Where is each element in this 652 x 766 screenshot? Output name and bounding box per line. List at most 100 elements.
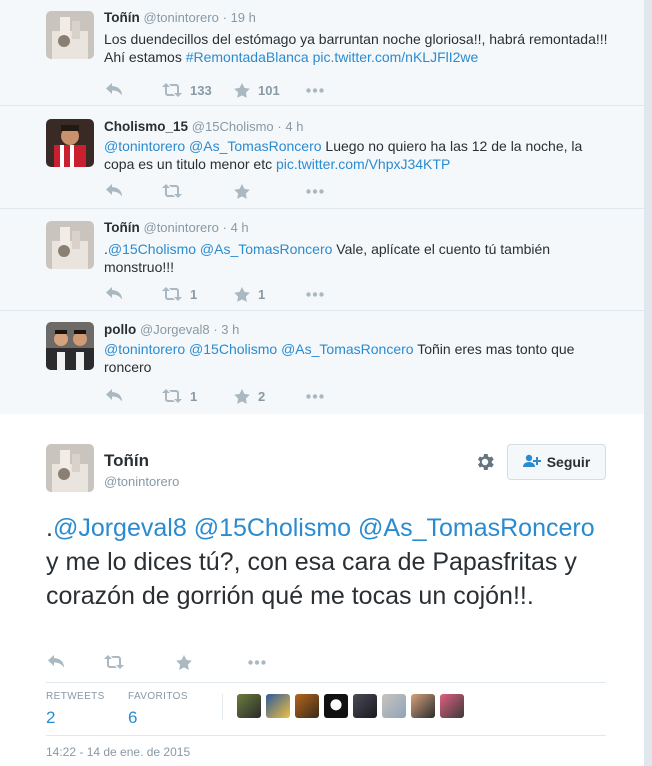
more-action[interactable] bbox=[306, 393, 346, 399]
avatar[interactable] bbox=[295, 694, 319, 718]
retweet-action[interactable] bbox=[162, 184, 234, 198]
mention-link[interactable]: @As_TomasRoncero bbox=[189, 138, 322, 154]
mention-link[interactable]: @15Cholismo bbox=[189, 341, 277, 357]
avatar[interactable] bbox=[46, 11, 94, 59]
reply-action[interactable] bbox=[106, 184, 162, 198]
main-tweet-actions bbox=[48, 654, 288, 670]
star-action[interactable]: 2 bbox=[234, 388, 306, 404]
avatar[interactable] bbox=[324, 694, 348, 718]
hashtag-link[interactable]: #RemontadaBlanca bbox=[186, 49, 309, 65]
username[interactable]: @tonintorero bbox=[144, 220, 219, 235]
mention-link[interactable]: @tonintorero bbox=[104, 341, 185, 357]
retweet-icon bbox=[104, 655, 124, 669]
avatar[interactable] bbox=[237, 694, 261, 718]
more-icon bbox=[306, 188, 324, 194]
tweet-timestamp[interactable]: 14:22 - 14 de ene. de 2015 bbox=[46, 745, 190, 759]
tweet-text: @tonintorero @As_TomasRoncero Luego no q… bbox=[104, 137, 614, 173]
avatar[interactable] bbox=[266, 694, 290, 718]
reply-action[interactable] bbox=[106, 83, 162, 97]
reply-icon bbox=[106, 184, 123, 198]
reply-tweet[interactable]: pollo @Jorgeval8 · 3 h @tonintorero @15C… bbox=[0, 312, 644, 414]
avatar[interactable] bbox=[382, 694, 406, 718]
avatar[interactable] bbox=[46, 221, 94, 269]
reply-tweet[interactable]: Toñín @tonintorero · 4 h .@15Cholismo @A… bbox=[0, 210, 644, 311]
username[interactable]: @tonintorero bbox=[104, 474, 179, 489]
more-action[interactable] bbox=[306, 87, 346, 93]
retweets-stat[interactable]: RETWEETS 2 bbox=[46, 691, 105, 728]
display-name[interactable]: Cholismo_15 bbox=[104, 119, 188, 134]
username[interactable]: @Jorgeval8 bbox=[140, 322, 210, 337]
tweet-header: Toñín @tonintorero · 4 h bbox=[104, 220, 249, 235]
scrollbar[interactable] bbox=[644, 0, 652, 766]
retweet-action[interactable]: 133 bbox=[162, 83, 234, 98]
username[interactable]: @tonintorero bbox=[144, 10, 219, 25]
tweet-actions bbox=[106, 183, 346, 199]
more-icon bbox=[248, 659, 266, 665]
reply-action[interactable] bbox=[48, 655, 104, 669]
retweets-label: RETWEETS bbox=[46, 691, 105, 702]
more-action[interactable] bbox=[306, 188, 346, 194]
mention-link[interactable]: @As_TomasRoncero bbox=[281, 341, 414, 357]
tweet-time[interactable]: · 19 h bbox=[223, 10, 256, 25]
favorites-label: FAVORITOS bbox=[128, 691, 188, 702]
avatar[interactable] bbox=[440, 694, 464, 718]
favorites-count: 6 bbox=[128, 708, 138, 727]
username[interactable]: @15Cholismo bbox=[192, 119, 274, 134]
retweet-count: 1 bbox=[190, 286, 198, 302]
retweet-action[interactable]: 1 bbox=[162, 287, 234, 302]
mention-link[interactable]: @15Cholismo bbox=[108, 241, 196, 257]
text-segment: . bbox=[46, 514, 53, 542]
reply-action[interactable] bbox=[106, 389, 162, 403]
reply-tweet[interactable]: Cholismo_15 @15Cholismo · 4 h @tonintore… bbox=[0, 107, 644, 209]
favorite-count: 2 bbox=[258, 388, 266, 404]
display-name[interactable]: Toñín bbox=[104, 220, 140, 235]
more-action[interactable] bbox=[306, 291, 346, 297]
star-action[interactable] bbox=[176, 654, 248, 670]
mention-link[interactable]: @As_TomasRoncero bbox=[358, 514, 595, 542]
tweet-header: Toñín @tonintorero · 19 h bbox=[104, 10, 256, 25]
media-link[interactable]: pic.twitter.com/VhpxJ34KTP bbox=[276, 156, 450, 172]
mention-link[interactable]: @tonintorero bbox=[104, 138, 185, 154]
tweet-text: .@15Cholismo @As_TomasRoncero Vale, aplí… bbox=[104, 240, 614, 276]
more-action[interactable] bbox=[248, 659, 288, 665]
display-name[interactable]: Toñín bbox=[104, 10, 140, 25]
add-person-icon bbox=[522, 454, 541, 471]
tweet-time[interactable]: · 4 h bbox=[277, 119, 303, 134]
display-name[interactable]: pollo bbox=[104, 322, 136, 337]
retweet-action[interactable]: 1 bbox=[162, 389, 234, 404]
favorites-stat[interactable]: FAVORITOS 6 bbox=[128, 691, 188, 728]
tweet-text: Los duendecillos del estómago ya barrunt… bbox=[104, 30, 614, 66]
mention-link[interactable]: @Jorgeval8 bbox=[53, 514, 187, 542]
retweet-icon bbox=[162, 287, 182, 301]
tweet-time[interactable]: · 4 h bbox=[223, 220, 249, 235]
retweets-count: 2 bbox=[46, 708, 56, 727]
tweet-time[interactable]: · 3 h bbox=[213, 322, 239, 337]
gear-icon[interactable] bbox=[474, 451, 496, 478]
tweet-stats: RETWEETS 2 FAVORITOS 6 bbox=[46, 682, 606, 736]
retweet-count: 133 bbox=[190, 82, 212, 98]
more-icon bbox=[306, 291, 324, 297]
display-name[interactable]: Toñín bbox=[104, 451, 149, 471]
media-link[interactable]: pic.twitter.com/nKLJFlI2we bbox=[313, 49, 479, 65]
avatar[interactable] bbox=[46, 119, 94, 167]
star-action[interactable] bbox=[234, 183, 306, 199]
avatar[interactable] bbox=[46, 444, 94, 492]
star-icon bbox=[176, 654, 192, 670]
tweet-header: Cholismo_15 @15Cholismo · 4 h bbox=[104, 119, 303, 134]
reply-tweet[interactable]: Toñín @tonintorero · 19 h Los duendecill… bbox=[0, 0, 644, 106]
avatar[interactable] bbox=[46, 322, 94, 370]
retweet-action[interactable] bbox=[104, 655, 176, 669]
avatar[interactable] bbox=[353, 694, 377, 718]
reply-action[interactable] bbox=[106, 287, 162, 301]
tweet-text: @tonintorero @15Cholismo @As_TomasRoncer… bbox=[104, 340, 614, 376]
star-action[interactable]: 1 bbox=[234, 286, 306, 302]
avatar[interactable] bbox=[411, 694, 435, 718]
favoriter-avatars bbox=[222, 694, 464, 720]
star-icon bbox=[234, 388, 250, 404]
text-segment bbox=[187, 514, 194, 542]
conversation-thread: Toñín @tonintorero · 19 h Los duendecill… bbox=[0, 0, 644, 414]
mention-link[interactable]: @As_TomasRoncero bbox=[200, 241, 333, 257]
star-action[interactable]: 101 bbox=[234, 82, 306, 98]
mention-link[interactable]: @15Cholismo bbox=[194, 514, 351, 542]
follow-button[interactable]: Seguir bbox=[507, 444, 606, 480]
